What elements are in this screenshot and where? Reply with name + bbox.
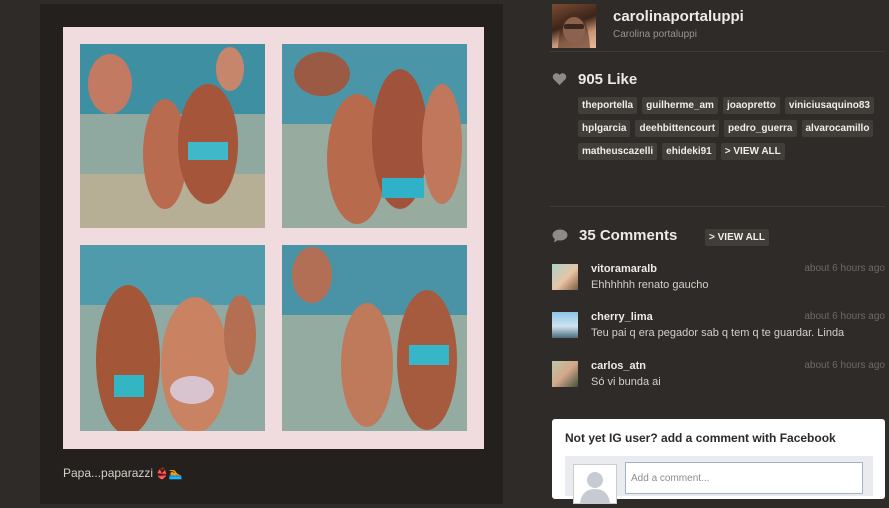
comment-item: carlos_atn about 6 hours ago Só vi bunda…: [552, 360, 885, 401]
swimmer-emoji-icon: 🏊: [168, 468, 183, 480]
bikini-emoji-icon: 👙: [155, 468, 169, 480]
liker-tag[interactable]: guilherme_am: [642, 97, 718, 114]
commenter-avatar[interactable]: [552, 361, 578, 387]
divider: [550, 51, 885, 52]
liker-tag[interactable]: deehbittencourt: [635, 120, 720, 137]
divider: [550, 206, 885, 207]
post-panel: Papa...paparazzi 👙🏊: [40, 4, 503, 504]
commenter-username[interactable]: vitoramaralb: [591, 263, 657, 275]
default-avatar-icon: [573, 464, 617, 504]
liker-tag[interactable]: matheuscazelli: [578, 143, 658, 160]
comment-timestamp: about 6 hours ago: [804, 263, 885, 274]
commenter-username[interactable]: cherry_lima: [591, 311, 653, 323]
photo-tile: [282, 44, 467, 228]
comments-count: 35 Comments: [579, 227, 678, 244]
comment-text: Ehhhhhh renato gaucho: [591, 279, 709, 291]
caption-text: Papa...paparazzi: [63, 466, 154, 480]
liker-tag[interactable]: hplgarcia: [578, 120, 631, 137]
facebook-box-title: Not yet IG user? add a comment with Face…: [565, 431, 836, 445]
likes-view-all-button[interactable]: > VIEW ALL: [720, 143, 785, 160]
profile-avatar[interactable]: [552, 4, 596, 48]
commenter-avatar[interactable]: [552, 312, 578, 338]
comment-item: cherry_lima about 6 hours ago Teu pai q …: [552, 311, 885, 352]
post-photo[interactable]: [63, 27, 484, 449]
likers-list: theportella guilherme_am joaopretto vini…: [578, 97, 883, 160]
comment-timestamp: about 6 hours ago: [804, 311, 885, 322]
comment-timestamp: about 6 hours ago: [804, 360, 885, 371]
facebook-comment-input[interactable]: [625, 462, 863, 494]
photo-tile: [282, 245, 467, 431]
post-caption: Papa...paparazzi 👙🏊: [63, 466, 182, 480]
liker-tag[interactable]: viniciusaquino83: [784, 97, 874, 114]
comment-text: Teu pai q era pegador sab q tem q te gua…: [591, 327, 845, 339]
liker-tag[interactable]: pedro_guerra: [724, 120, 797, 137]
liker-tag[interactable]: ehideki91: [662, 143, 716, 160]
facebook-comment-row: [565, 456, 873, 504]
liker-tag[interactable]: alvarocamillo: [801, 120, 874, 137]
commenter-avatar[interactable]: [552, 264, 578, 290]
facebook-comment-box: Not yet IG user? add a comment with Face…: [552, 419, 885, 504]
comment-text: Só vi bunda ai: [591, 376, 661, 388]
comment-bubble-icon: [552, 229, 568, 243]
profile-full-name: Carolina portaluppi: [613, 29, 697, 40]
comment-item: vitoramaralb about 6 hours ago Ehhhhhh r…: [552, 263, 885, 304]
photo-tile: [80, 245, 265, 431]
comments-view-all-button[interactable]: > VIEW ALL: [705, 229, 770, 246]
profile-username[interactable]: carolinaportaluppi: [613, 8, 744, 25]
likes-count: 905 Like: [578, 71, 638, 88]
commenter-username[interactable]: carlos_atn: [591, 360, 646, 372]
liker-tag[interactable]: theportella: [578, 97, 638, 114]
photo-tile: [80, 44, 265, 228]
heart-icon: [552, 73, 567, 86]
liker-tag[interactable]: joaopretto: [722, 97, 780, 114]
